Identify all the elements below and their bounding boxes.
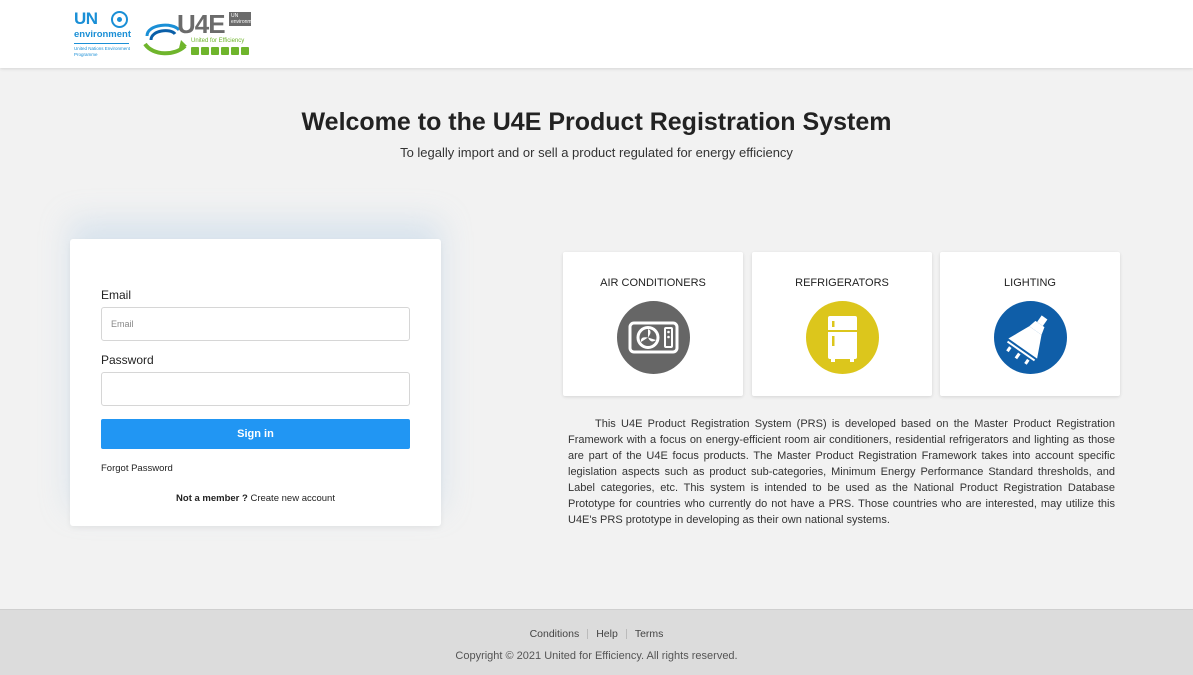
- footer-link-terms[interactable]: Terms: [627, 628, 672, 640]
- unep-logo[interactable]: UN environment United Nations Environmen…: [74, 10, 132, 58]
- u4e-logo-tagline: United for Efficiency: [191, 38, 245, 44]
- email-input[interactable]: [101, 307, 410, 341]
- u4e-logo-un-box: UN environment programme: [229, 12, 251, 26]
- air-conditioner-icon: [617, 301, 690, 374]
- password-label: Password: [101, 353, 154, 367]
- category-label: LIGHTING: [1004, 277, 1056, 289]
- not-member-row: Not a member ? Create new account: [70, 493, 441, 504]
- unep-logo-environment: environment: [74, 29, 132, 40]
- system-description: This U4E Product Registration System (PR…: [568, 418, 1115, 526]
- product-icon: [231, 47, 239, 55]
- header: UN environment United Nations Environmen…: [0, 0, 1193, 68]
- product-icon: [241, 47, 249, 55]
- category-label: REFRIGERATORS: [795, 277, 889, 289]
- unep-logo-subtitle: United Nations Environment Programme: [74, 46, 131, 57]
- create-account-link[interactable]: Create new account: [250, 493, 335, 504]
- u4e-product-icons: [191, 47, 249, 55]
- footer: Conditions Help Terms Copyright © 2021 Uni…: [0, 609, 1193, 675]
- category-card-refrigerators[interactable]: REFRIGERATORS: [752, 252, 932, 396]
- page-title: Welcome to the U4E Product Registration …: [301, 108, 892, 136]
- product-icon: [221, 47, 229, 55]
- login-card: Email Password Sign in Forgot Password N…: [70, 239, 441, 526]
- forgot-password-link[interactable]: Forgot Password: [101, 463, 173, 474]
- sign-in-button[interactable]: Sign in: [101, 419, 410, 449]
- category-label: AIR CONDITIONERS: [600, 277, 706, 289]
- category-card-lighting[interactable]: LIGHTING: [940, 252, 1120, 396]
- refrigerator-icon: [806, 301, 879, 374]
- u4e-logo-text: U4E: [177, 9, 226, 39]
- product-icon: [211, 47, 219, 55]
- lighting-icon: [994, 301, 1067, 374]
- unep-logo-un: UN: [74, 9, 98, 28]
- copyright-text: Copyright © 2021 United for Efficiency. …: [455, 650, 738, 662]
- globe-icon: [111, 11, 128, 28]
- page-subtitle: To legally import and or sell a product …: [400, 145, 793, 160]
- product-icon: [201, 47, 209, 55]
- unep-logo-divider: [74, 43, 129, 44]
- password-input[interactable]: [101, 372, 410, 406]
- not-member-text: Not a member ?: [176, 493, 248, 504]
- category-card-air-conditioners[interactable]: AIR CONDITIONERS: [563, 252, 743, 396]
- footer-links: Conditions Help Terms: [0, 628, 1193, 640]
- footer-link-help[interactable]: Help: [588, 628, 626, 640]
- email-label: Email: [101, 288, 132, 302]
- product-icon: [191, 47, 199, 55]
- u4e-logo[interactable]: U4E UN environment programme United for …: [143, 10, 255, 58]
- footer-link-conditions[interactable]: Conditions: [522, 628, 588, 640]
